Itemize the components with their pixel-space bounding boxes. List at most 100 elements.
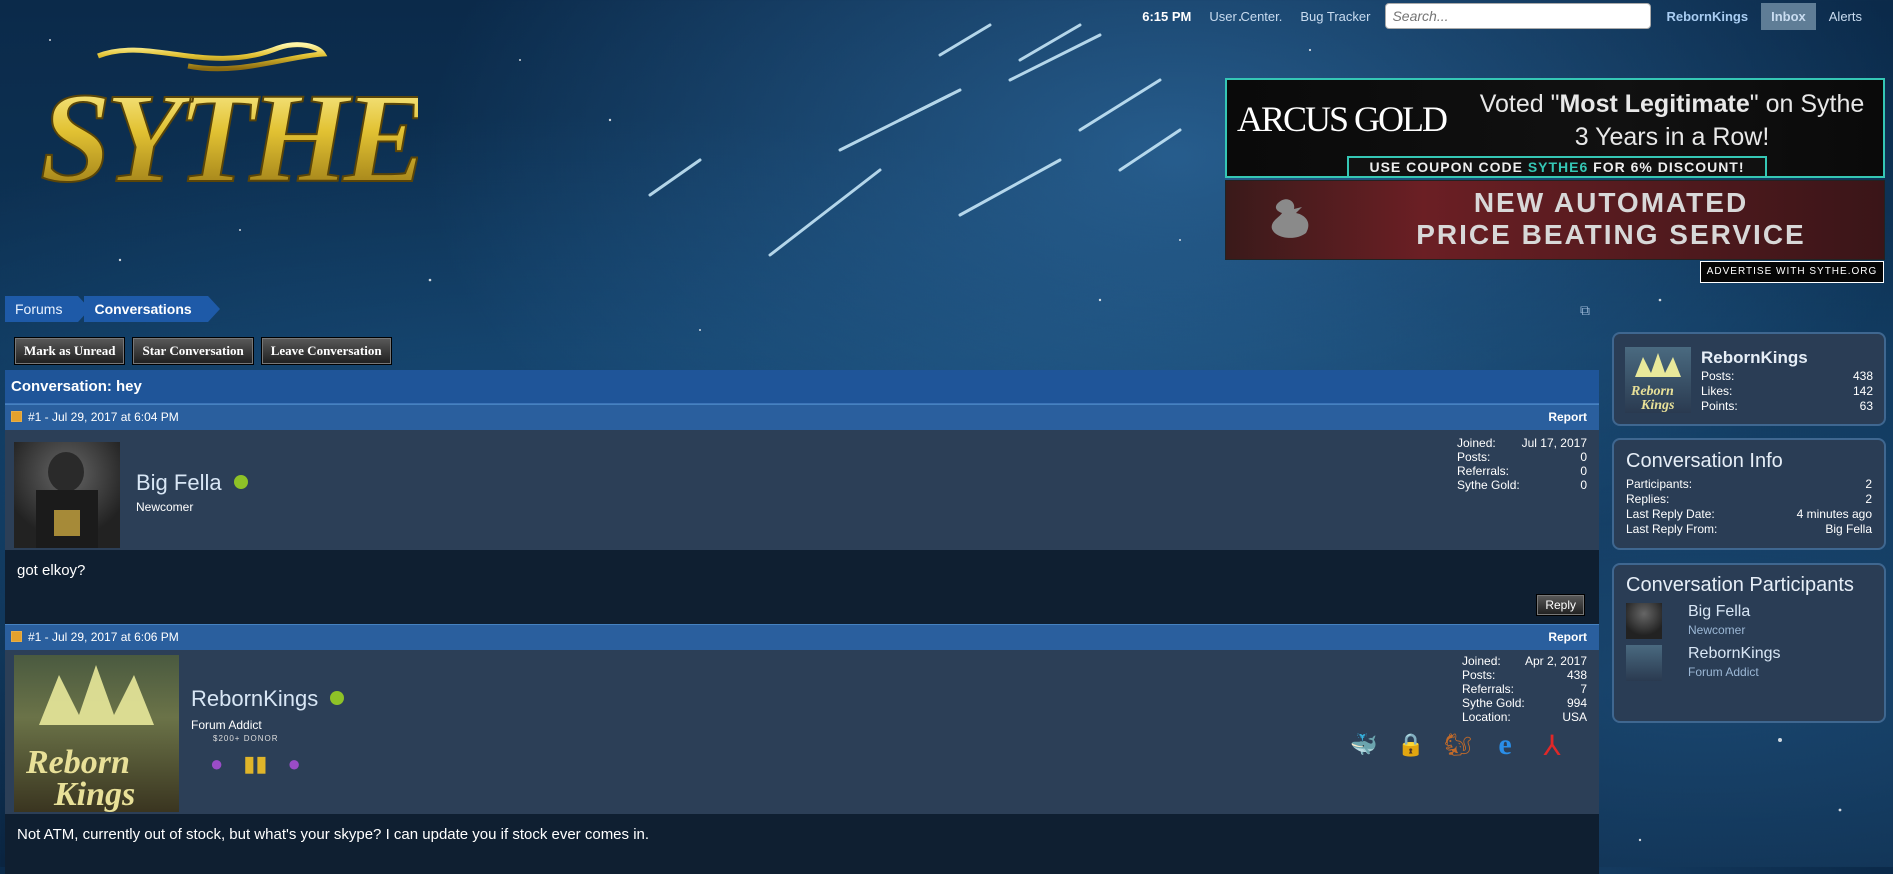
donor-badge: $200+ DONOR: [213, 734, 279, 743]
stat-value: Jul 17, 2017: [1521, 436, 1587, 450]
sidebar-username[interactable]: RebornKings: [1701, 348, 1808, 368]
user-medals: ● ▮▮ ●: [210, 751, 301, 777]
reply-button[interactable]: Reply: [1536, 594, 1585, 616]
participant-name[interactable]: RebornKings: [1688, 645, 1781, 663]
info-last-reply-date: Last Reply Date: 4 minutes ago: [1626, 507, 1872, 522]
info-value: 4 minutes ago: [1796, 507, 1872, 521]
conversation-panel: Conversation: hey #1 - Jul 29, 2017 at 6…: [5, 370, 1599, 874]
participants-title: Conversation Participants: [1626, 574, 1854, 596]
user-center-link[interactable]: User Center.: [1200, 9, 1291, 24]
stat-location: Location: USA: [1462, 710, 1587, 724]
author-name-text[interactable]: RebornKings: [191, 686, 318, 711]
coupon-text: FOR 6% DISCOUNT!: [1588, 159, 1745, 175]
alerts-link[interactable]: Alerts: [1820, 9, 1871, 24]
lock-icon[interactable]: 🔒: [1394, 728, 1428, 762]
stat-label: Posts:: [1462, 668, 1496, 682]
price-beating-ad-banner[interactable]: NEW AUTOMATED PRICE BEATING SERVICE: [1225, 180, 1885, 260]
inbox-link[interactable]: Inbox: [1761, 2, 1816, 30]
search-input[interactable]: [1385, 3, 1652, 29]
online-status-icon: [233, 475, 248, 489]
author-name-text[interactable]: Big Fella: [136, 470, 222, 495]
ad2-line2: PRICE BEATING SERVICE: [1416, 219, 1806, 250]
stat-value: 0: [1580, 478, 1587, 492]
arcus-gold-ad-banner[interactable]: ARCUS GOLD Voted "Most Legitimate" on Sy…: [1225, 78, 1885, 178]
svg-text:Kings: Kings: [1640, 398, 1675, 413]
participant-name[interactable]: Big Fella: [1688, 603, 1750, 621]
conversation-info-rows: Participants: 2 Replies: 2 Last Reply Date…: [1626, 477, 1872, 537]
bug-tracker-link[interactable]: Bug Tracker: [1291, 9, 1379, 24]
top-navigation-bar: 6:15 PM User Center. Bug Tracker RebornK…: [1133, 0, 1893, 32]
stat-value: 0: [1580, 464, 1587, 478]
conversation-title: Conversation: hey: [5, 370, 1599, 404]
stat-value: 7: [1580, 682, 1587, 696]
squirrel-icon[interactable]: 🐿: [1441, 728, 1475, 762]
crown-icon: Reborn Kings: [1630, 353, 1681, 413]
message-date[interactable]: #1 - Jul 29, 2017 at 6:04 PM: [28, 410, 179, 424]
egg-icon: ●: [287, 751, 301, 776]
ad2-text: NEW AUTOMATED PRICE BEATING SERVICE: [1346, 187, 1876, 251]
duck-icon: [1271, 199, 1309, 238]
stat-label: Location:: [1462, 710, 1511, 724]
sidebar-conversation-info: Conversation Info Participants: 2 Replies…: [1612, 438, 1886, 550]
message-body: Not ATM, currently out of stock, but wha…: [5, 814, 1599, 874]
report-link[interactable]: Report: [1548, 405, 1587, 430]
stat-label: Joined:: [1462, 654, 1501, 668]
chain-icon: [36, 452, 98, 548]
stat-value: 438: [1852, 369, 1873, 383]
profile-stat-posts: Posts: 438: [1701, 369, 1873, 384]
author-name[interactable]: Big Fella: [136, 470, 248, 496]
sidebar-participants: Conversation Participants Big Fella Newc…: [1612, 563, 1886, 723]
info-value: 2: [1865, 477, 1872, 491]
participant-item[interactable]: RebornKings Forum Addict: [1626, 645, 1872, 685]
info-label: Last Reply Date:: [1626, 507, 1715, 521]
sythe-logo[interactable]: SYTHE: [38, 36, 418, 206]
avatar[interactable]: [14, 442, 120, 548]
stat-value: 63: [1859, 399, 1873, 413]
message-date[interactable]: #1 - Jul 29, 2017 at 6:06 PM: [28, 630, 179, 644]
avatar[interactable]: Reborn Kings: [14, 655, 179, 813]
acrobat-icon[interactable]: ⅄: [1535, 728, 1569, 762]
ad-slogan-line2: 3 Years in a Row!: [1574, 123, 1770, 151]
message-flag-icon: [11, 411, 22, 422]
expand-icon[interactable]: ⧉: [1580, 302, 1590, 319]
breadcrumb-forums[interactable]: Forums: [5, 296, 91, 322]
advertise-link[interactable]: ADVERTISE WITH SYTHE.ORG: [1700, 261, 1884, 283]
breadcrumb: Forums Conversations: [5, 296, 220, 322]
breadcrumb-conversations[interactable]: Conversations: [84, 296, 220, 322]
author-name[interactable]: RebornKings: [191, 686, 345, 712]
conversation-info-title: Conversation Info: [1626, 450, 1783, 472]
account-username-link[interactable]: RebornKings: [1657, 9, 1757, 24]
leave-conversation-button[interactable]: Leave Conversation: [260, 337, 392, 365]
participant-avatar[interactable]: [1626, 645, 1662, 681]
author-stats: Joined: Jul 17, 2017 Posts: 0 Referrals: 0 …: [1457, 436, 1587, 492]
profile-stat-likes: Likes: 142: [1701, 384, 1873, 399]
message-header: #1 - Jul 29, 2017 at 6:06 PM Report: [5, 624, 1599, 650]
info-participants: Participants: 2: [1626, 477, 1872, 492]
user-badges: 🐳 🔒 🐿 e ⅄: [1347, 728, 1569, 762]
mark-as-unread-button[interactable]: Mark as Unread: [14, 337, 126, 365]
stat-value: USA: [1562, 710, 1587, 724]
message-flag-icon: [11, 631, 22, 642]
message-text: got elkoy?: [17, 562, 86, 579]
participant-item[interactable]: Big Fella Newcomer: [1626, 603, 1872, 643]
info-label: Last Reply From:: [1626, 522, 1718, 536]
stat-posts: Posts: 0: [1457, 450, 1587, 464]
stat-value: 994: [1566, 696, 1587, 710]
ad-slogan-bold: Most Legitimate: [1559, 90, 1750, 118]
ad2-line1: NEW AUTOMATED: [1473, 187, 1749, 218]
crown-icon: Reborn Kings: [25, 665, 154, 813]
internet-explorer-icon[interactable]: e: [1488, 728, 1522, 762]
stat-referrals: Referrals: 0: [1457, 464, 1587, 478]
info-label: Participants:: [1626, 477, 1693, 491]
info-last-reply-from: Last Reply From: Big Fella: [1626, 522, 1872, 537]
info-value[interactable]: Big Fella: [1825, 522, 1872, 537]
egg-icon: ●: [210, 751, 224, 776]
sidebar-avatar[interactable]: Reborn Kings: [1625, 347, 1691, 413]
report-link[interactable]: Report: [1548, 625, 1587, 650]
star-conversation-button[interactable]: Star Conversation: [132, 337, 254, 365]
participant-avatar[interactable]: [1626, 603, 1662, 639]
stat-label: Points:: [1701, 399, 1738, 413]
conversation-actions: Mark as Unread Star Conversation Leave C…: [14, 337, 392, 365]
whale-icon[interactable]: 🐳: [1347, 728, 1381, 762]
profile-stat-points: Points: 63: [1701, 399, 1873, 414]
